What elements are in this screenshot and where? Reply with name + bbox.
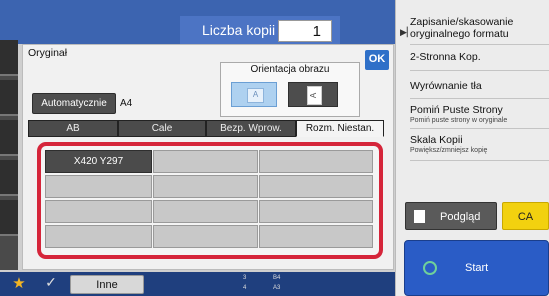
tab-ab[interactable]: AB	[28, 120, 118, 137]
preview-icon	[414, 210, 425, 223]
divider	[410, 128, 549, 129]
detected-size-label: A4	[120, 98, 133, 109]
other-button[interactable]: Inne	[70, 275, 144, 294]
dialog-title: Oryginał	[28, 47, 68, 59]
tab-custom-size[interactable]: Rozm. Niestan.	[296, 120, 384, 137]
copies-input[interactable]: 1	[278, 20, 332, 42]
left-strip-tab[interactable]	[0, 200, 18, 236]
custom-size-slot[interactable]	[45, 175, 152, 198]
right-panel-item-sublabel: Pomiń puste strony w oryginale	[410, 117, 508, 124]
left-tab-strip	[0, 40, 18, 270]
tray-size: B4	[273, 275, 281, 281]
custom-size-slot[interactable]	[45, 225, 152, 248]
left-strip-tab[interactable]	[0, 160, 18, 196]
left-strip-tab[interactable]	[0, 40, 18, 76]
right-panel-item-sublabel: Powiększ/zmniejsz kopię	[410, 147, 488, 154]
custom-size-slot[interactable]	[153, 200, 258, 223]
divider	[410, 160, 549, 161]
favorite-star-icon[interactable]: ★	[6, 274, 32, 294]
check-icon[interactable]: ✓	[36, 274, 66, 294]
start-icon	[423, 261, 437, 275]
custom-size-slot[interactable]	[259, 175, 373, 198]
orientation-portrait-button[interactable]: A	[231, 82, 277, 107]
preview-label: Podgląd	[440, 211, 481, 223]
custom-size-slot[interactable]	[45, 200, 152, 223]
start-button[interactable]: Start	[404, 240, 549, 296]
save-delete-format-button[interactable]: Zapisanie/skasowanie oryginalnego format…	[410, 16, 549, 40]
start-label: Start	[465, 262, 489, 274]
clear-all-button[interactable]: CA	[502, 202, 549, 230]
right-panel-item-label: Skala Kopii	[410, 134, 463, 146]
auto-size-button[interactable]: Automatycznie	[32, 93, 116, 114]
custom-size-slot[interactable]	[259, 225, 373, 248]
tab-inch[interactable]: Cale	[118, 120, 206, 137]
preview-button[interactable]: Podgląd	[405, 202, 497, 230]
custom-size-slot[interactable]	[153, 150, 258, 173]
custom-size-slot[interactable]: X420 Y297	[45, 150, 152, 173]
tray-number: 3	[243, 275, 247, 281]
right-panel-item-label: Zapisanie/skasowanie oryginalnego format…	[410, 16, 514, 40]
left-strip-tab[interactable]	[0, 80, 18, 116]
duplex-copy-button[interactable]: 2-Stronna Kop.	[410, 51, 549, 63]
right-panel-item-label: Pomiń Puste Strony	[410, 104, 503, 116]
orientation-title: Orientacja obrazu	[250, 64, 330, 75]
copy-ratio-button[interactable]: Skala Kopii Powiększ/zmniejsz kopię	[410, 134, 549, 155]
divider	[410, 98, 549, 99]
right-panel-item-label: 2-Stronna Kop.	[410, 51, 481, 63]
portrait-page-icon: A	[247, 88, 264, 103]
orientation-rotated-button[interactable]: A	[288, 82, 338, 107]
right-panel-item-label: Wyrównanie tła	[410, 80, 482, 92]
custom-size-slot[interactable]	[259, 200, 373, 223]
left-strip-tab[interactable]	[0, 120, 18, 156]
divider	[410, 44, 549, 45]
custom-size-slot[interactable]	[259, 150, 373, 173]
rotated-page-icon: A	[307, 86, 322, 105]
background-adjust-button[interactable]: Wyrównanie tła	[410, 80, 549, 92]
tab-direct-input[interactable]: Bezp. Wprow.	[206, 120, 296, 137]
skip-blank-pages-button[interactable]: Pomiń Puste Strony Pomiń puste strony w …	[410, 104, 549, 125]
tray-size: A3	[273, 285, 281, 291]
custom-size-slot[interactable]	[153, 175, 258, 198]
custom-size-slot[interactable]	[153, 225, 258, 248]
tray-number: 4	[243, 285, 247, 291]
divider	[410, 70, 549, 71]
ok-button[interactable]: OK	[365, 50, 389, 70]
